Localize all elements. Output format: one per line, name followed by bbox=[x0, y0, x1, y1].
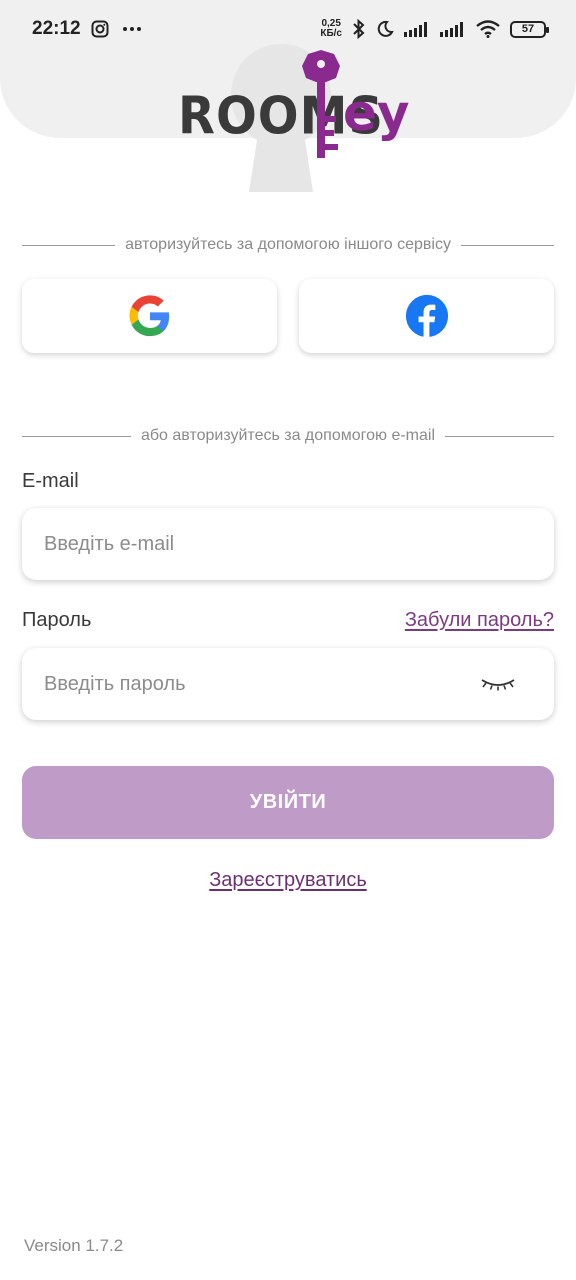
signal-icon bbox=[440, 22, 463, 37]
login-button[interactable]: УВІЙТИ bbox=[22, 766, 554, 839]
bluetooth-icon bbox=[353, 19, 365, 39]
divider-line bbox=[22, 435, 131, 437]
divider-line bbox=[445, 435, 554, 437]
forgot-password-link[interactable]: Забули пароль? bbox=[405, 609, 554, 632]
battery-level: 57 bbox=[521, 23, 535, 35]
instagram-icon bbox=[91, 20, 109, 38]
password-label: Пароль bbox=[22, 609, 92, 631]
divider-line bbox=[460, 244, 555, 246]
app-version: Version 1.7.2 bbox=[24, 1236, 124, 1255]
email-divider-text: або авторизуйтесь за допомогою e-mail bbox=[140, 427, 436, 444]
google-icon bbox=[128, 295, 169, 337]
password-field[interactable] bbox=[22, 648, 554, 720]
divider-line bbox=[22, 244, 116, 246]
logo-text-ey: ey bbox=[343, 84, 410, 142]
network-speed: 0,25 КБ/с bbox=[320, 19, 342, 39]
battery-icon: 57 bbox=[510, 20, 549, 38]
app-logo: ROOMS ey bbox=[178, 48, 410, 163]
wifi-icon bbox=[476, 20, 500, 38]
facebook-login-button[interactable] bbox=[299, 279, 554, 353]
email-field[interactable] bbox=[22, 508, 554, 580]
speed-unit: КБ/с bbox=[320, 28, 342, 39]
eye-closed-icon[interactable] bbox=[480, 676, 516, 692]
google-login-button[interactable] bbox=[22, 279, 277, 353]
social-divider: авторизуйтесь за допомогою іншого сервіс… bbox=[22, 236, 555, 254]
status-time: 22:12 bbox=[32, 18, 81, 39]
register-link[interactable]: Зареєструватись bbox=[0, 869, 576, 892]
signal-icon bbox=[404, 22, 427, 37]
moon-icon bbox=[377, 20, 394, 37]
password-field-container bbox=[22, 648, 554, 720]
social-divider-text: авторизуйтесь за допомогою іншого сервіс… bbox=[125, 236, 451, 253]
email-divider: або авторизуйтесь за допомогою e-mail bbox=[22, 427, 554, 445]
key-icon bbox=[302, 50, 340, 158]
more-icon bbox=[122, 27, 141, 31]
facebook-icon bbox=[405, 294, 448, 338]
email-label: E-mail bbox=[22, 470, 79, 492]
email-field-container bbox=[22, 508, 554, 580]
